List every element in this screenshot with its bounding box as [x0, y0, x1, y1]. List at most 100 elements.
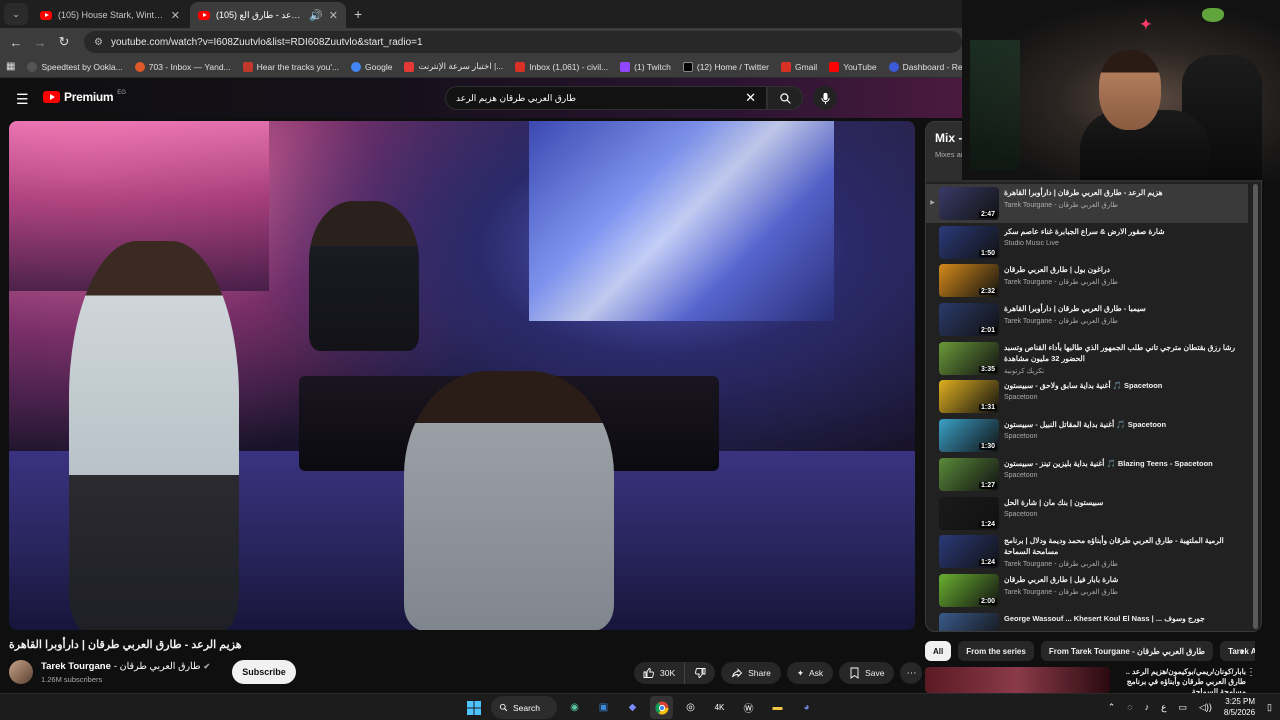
recommendation-item[interactable]: بابار/كونان/ريمي/بوكيمون/هزيم الرعد .. ط…: [925, 667, 1262, 693]
windows-start-icon[interactable]: [462, 696, 485, 719]
bookmark-speed-arabic[interactable]: اختبار سرعة الإنترنت |...: [404, 61, 503, 72]
bookmark-shazam[interactable]: Hear the tracks you'...: [242, 61, 339, 72]
playlist-scrollbar[interactable]: [1253, 184, 1258, 629]
bookmark-restream[interactable]: Dashboard - Restre...: [888, 61, 962, 72]
video-thumbnail[interactable]: 1:30: [939, 419, 999, 453]
save-button[interactable]: Save: [839, 662, 895, 684]
4k-icon[interactable]: 4K: [708, 696, 731, 719]
discord-icon[interactable]: ◕: [795, 696, 818, 719]
forward-icon[interactable]: →: [28, 35, 52, 50]
recommendation-thumbnail[interactable]: [925, 667, 1110, 693]
reload-icon[interactable]: ↻: [52, 34, 76, 50]
more-vert-icon[interactable]: ⋮: [1246, 667, 1262, 693]
video-thumbnail[interactable]: 2:47: [939, 187, 999, 220]
video-thumbnail[interactable]: 1:24: [939, 496, 999, 530]
playlist-item[interactable]: 1:30 أغنية بداية المقاتل النبيل - سبيستون…: [926, 416, 1248, 455]
webcam-overlay: ✦: [962, 0, 1280, 180]
search-button[interactable]: [767, 86, 803, 110]
bookmark-twitch[interactable]: (1) Twitch: [620, 61, 671, 72]
chevron-right-icon[interactable]: ›: [1240, 644, 1244, 658]
notification-icon[interactable]: ▯: [1267, 702, 1272, 713]
taskbar-search[interactable]: Search: [491, 696, 557, 719]
playlist-item[interactable]: 1:24 الرمية الملتهبة - طارق العربي طرقان …: [926, 532, 1248, 571]
video-thumbnail[interactable]: 1:50: [939, 225, 999, 259]
site-info-icon[interactable]: ⚙: [94, 37, 103, 48]
security-icon[interactable]: ◌: [1127, 702, 1132, 712]
back-icon[interactable]: ←: [4, 35, 28, 50]
video-thumbnail[interactable]: 3:35: [939, 341, 999, 375]
playlist-item-meta: دراغون بول | طارق العربي طرقان Tarek Tour…: [1004, 264, 1248, 286]
video-thumbnail[interactable]: [939, 612, 999, 631]
chip-from-series[interactable]: From the series: [958, 641, 1034, 661]
scrollbar-thumb[interactable]: [1253, 184, 1258, 629]
vpn-icon[interactable]: ◆: [621, 696, 644, 719]
playlist-item[interactable]: 1:24 سبيستون | بنك مان | شارة الحل Spaceto…: [926, 494, 1248, 533]
chip-all[interactable]: All: [925, 641, 952, 661]
search-input[interactable]: طارق العربي طرقان هزيم الرعد ✕: [445, 86, 767, 110]
close-tab-icon[interactable]: ✕: [171, 9, 180, 22]
chevron-up-icon[interactable]: ⌃: [1108, 702, 1116, 713]
playlist-item[interactable]: 1:31 أغنية بداية سابق ولاحق - سبيستون 🎵 S…: [926, 377, 1248, 416]
youtube-icon: [40, 10, 52, 20]
chip-from-channel[interactable]: From Tarek Tourgane - طارق العربي طرقان: [1040, 641, 1214, 661]
volume-icon[interactable]: ◁)): [1199, 702, 1212, 713]
youtube-premium-logo[interactable]: Premium EG: [43, 90, 126, 104]
dislike-button[interactable]: [685, 662, 715, 684]
file-explorer-icon[interactable]: ▬: [766, 696, 789, 719]
video-thumbnail[interactable]: 1:31: [939, 380, 999, 414]
network-icon[interactable]: ▭: [1178, 702, 1187, 713]
clock[interactable]: 3:25 PM 8/5/2026: [1224, 696, 1255, 718]
store-icon[interactable]: ▣: [592, 696, 615, 719]
bookmarks-bar: ▦ Speedtest by Ookla... 703 - Inbox — Ya…: [0, 56, 962, 78]
video-thumbnail[interactable]: 2:32: [939, 264, 999, 298]
tab-search-button[interactable]: ⌄: [4, 3, 28, 25]
playlist-item[interactable]: 2:01 سيمبا - طارق العربي طرقان | دارأوبرا…: [926, 300, 1248, 339]
playlist-item[interactable]: 1:27 أغنية بداية بليزين تينز - سبيستون 🎵 …: [926, 455, 1248, 494]
bookmark-youtube[interactable]: YouTube: [829, 61, 877, 72]
mic-tray-icon[interactable]: ♪: [1145, 702, 1150, 712]
chip-tarek[interactable]: Tarek A: [1220, 641, 1255, 661]
playlist-item-meta: أغنية بداية المقاتل النبيل - سبيستون 🎵 S…: [1004, 419, 1248, 440]
clear-search-icon[interactable]: ✕: [745, 90, 756, 106]
bookmark-google[interactable]: Google: [351, 61, 392, 72]
video-thumbnail[interactable]: 2:00: [939, 573, 999, 607]
playlist-item[interactable]: George Wassouf ... Khesert Koul El Nass …: [926, 610, 1248, 631]
bookmark-gmail-inbox[interactable]: Inbox (1,061) - civil...: [515, 61, 608, 72]
menu-icon[interactable]: ☰: [16, 91, 29, 108]
language-indicator[interactable]: ع: [1161, 702, 1166, 713]
subscribe-button[interactable]: Subscribe: [232, 660, 296, 684]
url-field[interactable]: ⚙ youtube.com/watch?v=I608Zuutvlo&list=R…: [84, 31, 962, 53]
copilot-icon[interactable]: ◉: [563, 696, 586, 719]
playlist-item[interactable]: 2:32 دراغون بول | طارق العربي طرقان Tarek …: [926, 261, 1248, 300]
playlist-item[interactable]: 1:50 شارة صقور الارض & سراع الجبابرة غناء…: [926, 223, 1248, 262]
speaker-icon[interactable]: 🔊: [309, 9, 323, 22]
chrome-logo-icon: [655, 701, 668, 714]
video-player[interactable]: [9, 121, 915, 630]
apps-icon[interactable]: ▦: [6, 61, 15, 72]
video-thumbnail[interactable]: 1:24: [939, 535, 999, 569]
playlist-item[interactable]: 2:00 شارة بابار فيل | طارق العربي طرقان Ta…: [926, 571, 1248, 610]
bookmark-gmail[interactable]: Gmail: [780, 61, 817, 72]
video-thumbnail[interactable]: 1:27: [939, 457, 999, 491]
share-button[interactable]: Share: [721, 662, 781, 684]
voice-search-button[interactable]: [813, 86, 837, 110]
chrome-icon[interactable]: [650, 696, 673, 719]
bookmark-twitter[interactable]: (12) Home / Twitter: [682, 61, 769, 72]
wordpress-icon[interactable]: Ⓦ: [737, 696, 760, 719]
video-thumbnail[interactable]: 2:01: [939, 303, 999, 337]
close-tab-icon[interactable]: ✕: [329, 9, 338, 22]
new-tab-button[interactable]: +: [354, 6, 362, 22]
playlist-item[interactable]: ▶ 2:47 هزيم الرعد - طارق العربي طرقان | دا…: [926, 184, 1248, 223]
more-actions-button[interactable]: ⋯: [900, 662, 923, 684]
tab-hazeem-alraad[interactable]: (105) هزيم الرعد - طارق الع 🔊 ✕: [190, 2, 346, 28]
tab-house-stark[interactable]: (105) House Stark, Winterfell Th ✕: [32, 2, 188, 28]
bookmark-yandex[interactable]: 703 - Inbox — Yand...: [134, 61, 231, 72]
duration-badge: 1:27: [978, 481, 997, 489]
github-icon[interactable]: ◎: [679, 696, 702, 719]
ask-button[interactable]: ✦ Ask: [786, 662, 834, 684]
channel-avatar[interactable]: [9, 660, 33, 684]
bookmark-speedtest[interactable]: Speedtest by Ookla...: [27, 61, 123, 72]
like-button[interactable]: 30K: [634, 662, 686, 684]
channel-name[interactable]: Tarek Tourgane - طارق العربي طرقان ✔: [41, 661, 210, 672]
playlist-item[interactable]: 3:35 رشا رزق بقتطان مترجي تاني طلب الجمهو…: [926, 339, 1248, 378]
